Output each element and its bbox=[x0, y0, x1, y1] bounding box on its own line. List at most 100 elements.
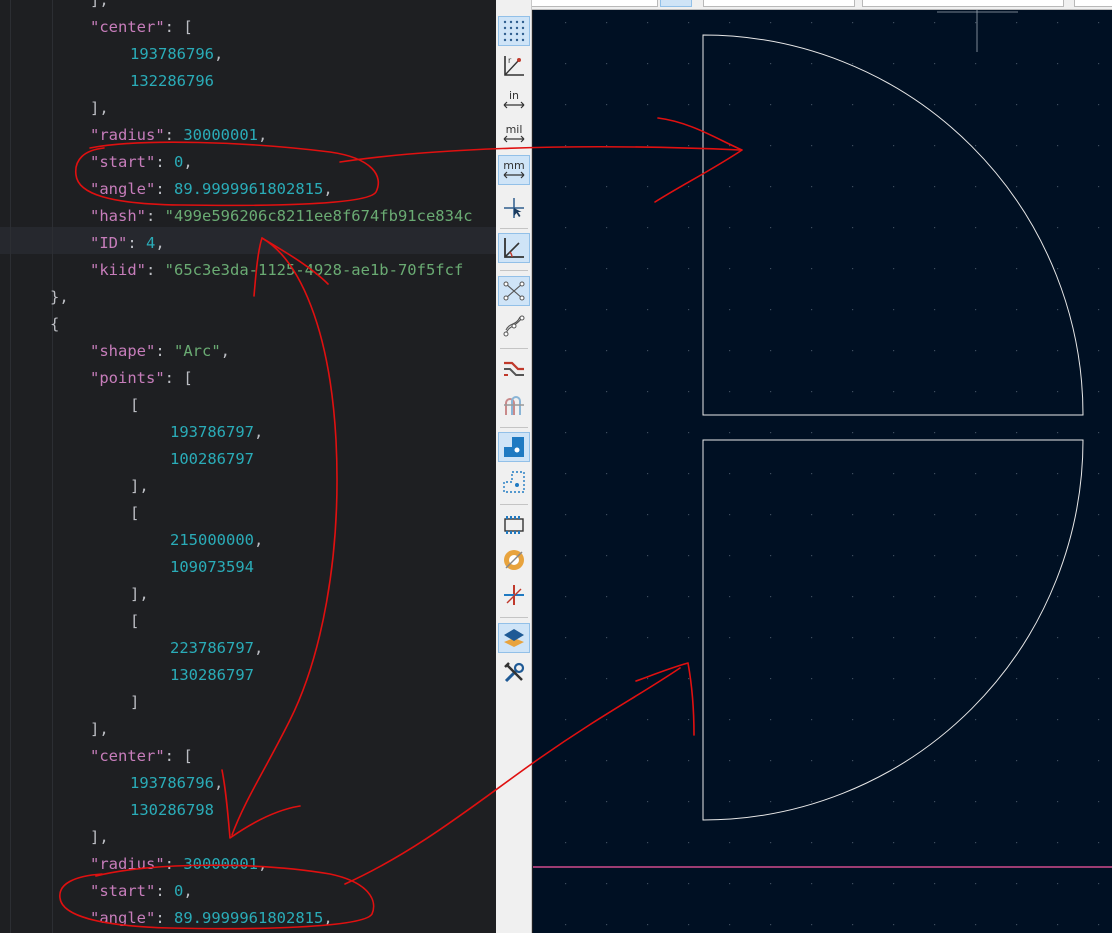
zone-fill-icon bbox=[504, 550, 524, 570]
footprint-outline-button[interactable] bbox=[498, 510, 530, 540]
code-token: 193786797 bbox=[170, 423, 254, 441]
top-toolbar-strip bbox=[496, 0, 1112, 10]
code-token: ], bbox=[130, 477, 149, 495]
code-token: "center" bbox=[90, 747, 165, 765]
json-editor[interactable]: ], "center": [193786796, 132286796], "radiu… bbox=[0, 0, 496, 933]
toolbar-separator bbox=[500, 617, 528, 618]
code-token: "hash" bbox=[90, 207, 146, 225]
properties-tools-button[interactable] bbox=[498, 658, 530, 688]
graphic-outline-button[interactable] bbox=[498, 467, 530, 497]
grid-toggle-button[interactable] bbox=[498, 16, 530, 46]
code-token: , bbox=[254, 531, 264, 549]
ratsnest-icon bbox=[503, 281, 525, 301]
code-token: , bbox=[183, 153, 193, 171]
code-token: "kiid" bbox=[90, 261, 146, 279]
full-crosshair-button[interactable] bbox=[498, 193, 530, 223]
units-mil-button[interactable]: mil bbox=[498, 119, 530, 149]
via-outline-button[interactable] bbox=[498, 390, 530, 420]
code-token: : [ bbox=[164, 369, 193, 387]
code-token: "center" bbox=[90, 18, 165, 36]
code-line: 193786796, bbox=[130, 41, 223, 68]
net-inspector-button[interactable] bbox=[498, 580, 530, 610]
pad-fill-button[interactable] bbox=[498, 432, 530, 462]
code-line: [ bbox=[130, 500, 139, 527]
code-line: "center": [ bbox=[90, 743, 193, 770]
angle-snap-button[interactable] bbox=[498, 233, 530, 263]
toolbar-separator bbox=[500, 228, 528, 229]
code-token: , bbox=[214, 45, 224, 63]
code-line: [ bbox=[130, 392, 139, 419]
code-line: 215000000, bbox=[170, 527, 263, 554]
zone-fill-button[interactable] bbox=[498, 545, 530, 575]
code-token: "499e596206c8211ee8f674fb91ce834c bbox=[164, 207, 473, 225]
code-line: 100286797 bbox=[170, 446, 254, 473]
code-line: "hash": "499e596206c8211ee8f674fb91ce834… bbox=[90, 203, 473, 230]
code-line: [ bbox=[130, 608, 139, 635]
code-token: , bbox=[257, 126, 268, 144]
code-line: 109073594 bbox=[170, 554, 254, 581]
code-line: ], bbox=[90, 824, 109, 851]
code-line: 132286796 bbox=[130, 68, 214, 95]
code-token: , bbox=[183, 882, 193, 900]
code-token: 100286797 bbox=[170, 450, 254, 468]
code-line: ], bbox=[90, 716, 109, 743]
code-line: ], bbox=[130, 473, 149, 500]
code-token: : bbox=[146, 207, 165, 225]
code-line: "start": 0, bbox=[90, 878, 193, 905]
graphic-outline-icon bbox=[503, 471, 525, 493]
polar-coordinates-button[interactable]: r bbox=[498, 51, 530, 81]
pcb-canvas[interactable] bbox=[533, 10, 1112, 933]
code-token: }, bbox=[50, 288, 69, 306]
units-mil-icon: mil bbox=[502, 124, 526, 143]
code-token: ], bbox=[90, 99, 109, 117]
grid-dots bbox=[565, 22, 1100, 926]
code-token: ], bbox=[130, 585, 149, 603]
code-line: "angle": 89.9999961802815, bbox=[90, 905, 333, 932]
pcb-drawing bbox=[533, 10, 1112, 926]
lower-arc-shape[interactable] bbox=[702, 439, 1084, 821]
code-token: 193786796 bbox=[130, 774, 214, 792]
toolbar-separator bbox=[500, 427, 528, 428]
code-token: : bbox=[164, 855, 184, 873]
code-token: { bbox=[50, 315, 60, 333]
code-token: "start" bbox=[90, 882, 156, 900]
code-line: 193786796, bbox=[130, 770, 223, 797]
code-token: , bbox=[214, 774, 224, 792]
svg-text:r: r bbox=[508, 56, 512, 65]
grid-selector[interactable] bbox=[862, 0, 1064, 7]
code-token: , bbox=[323, 909, 333, 927]
code-token: , bbox=[155, 234, 165, 252]
code-line: "angle": 89.9999961802815, bbox=[90, 176, 333, 203]
upper-arc-shape[interactable] bbox=[702, 34, 1084, 416]
curved-ratsnest-button[interactable] bbox=[498, 311, 530, 341]
zoom-toggle-button[interactable] bbox=[660, 0, 692, 7]
layers-manager-button[interactable] bbox=[498, 623, 530, 653]
code-token: ], bbox=[90, 720, 109, 738]
curved-ratsnest-icon bbox=[503, 315, 525, 337]
units-inch-button[interactable]: in bbox=[498, 85, 530, 115]
code-line: "radius": 30000001, bbox=[90, 122, 267, 149]
code-token: "Arc" bbox=[174, 342, 221, 360]
code-token: , bbox=[323, 180, 333, 198]
code-token: , bbox=[254, 639, 264, 657]
cursor-crosshair bbox=[937, 10, 1018, 52]
angle-snap-icon bbox=[504, 238, 524, 258]
code-line: ], bbox=[90, 0, 109, 14]
zoom-selector[interactable] bbox=[1074, 0, 1112, 7]
units-mm-button[interactable]: mm bbox=[498, 155, 530, 185]
via-outline-icon bbox=[504, 396, 524, 415]
units-mm-icon: mm bbox=[502, 160, 526, 179]
via-size-selector[interactable] bbox=[703, 0, 855, 7]
code-token: "start" bbox=[90, 153, 156, 171]
code-token: 30000001 bbox=[183, 126, 258, 144]
code-token: 0 bbox=[174, 153, 184, 171]
code-line: }, bbox=[50, 284, 69, 311]
ratsnest-button[interactable] bbox=[498, 276, 530, 306]
units-inch-icon: in bbox=[502, 90, 526, 109]
code-token: [ bbox=[130, 396, 140, 414]
code-line: "shape": "Arc", bbox=[90, 338, 230, 365]
track-outline-button[interactable] bbox=[498, 354, 530, 384]
code-token: : bbox=[155, 882, 174, 900]
code-line: 130286797 bbox=[170, 662, 254, 689]
code-token: : bbox=[155, 909, 174, 927]
